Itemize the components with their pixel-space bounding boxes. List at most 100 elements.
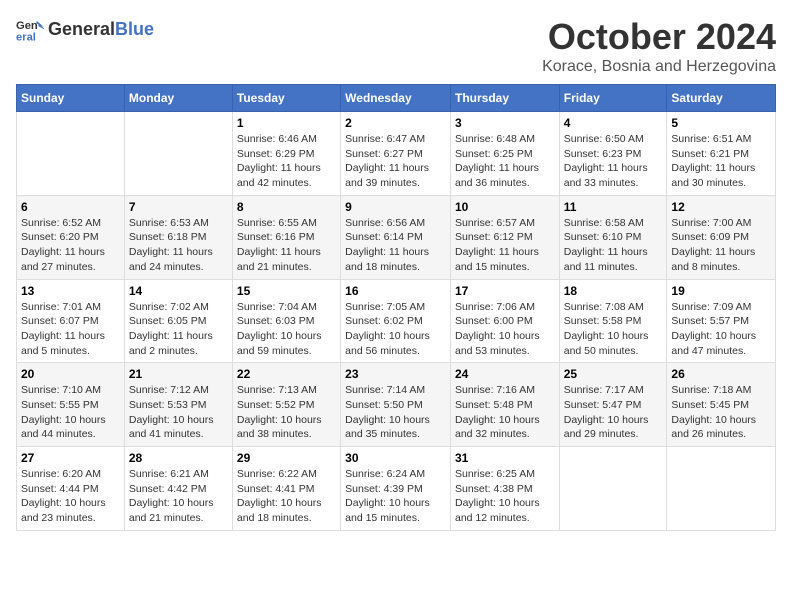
day-number: 8 xyxy=(237,200,336,214)
day-info: Sunrise: 6:25 AM Sunset: 4:38 PM Dayligh… xyxy=(455,467,555,526)
logo-icon: Gen eral xyxy=(16,16,44,44)
calendar-cell: 4 Sunrise: 6:50 AM Sunset: 6:23 PM Daylig… xyxy=(559,112,667,196)
day-number: 13 xyxy=(21,284,120,298)
calendar-cell: 28Sunrise: 6:21 AM Sunset: 4:42 PM Dayli… xyxy=(124,447,232,531)
day-number: 27 xyxy=(21,451,120,465)
calendar-cell: 11 Sunrise: 6:58 AM Sunset: 6:10 PM Dayli… xyxy=(559,195,667,279)
day-number: 2 xyxy=(345,116,446,130)
day-number: 4 xyxy=(564,116,663,130)
calendar-cell: 6 Sunrise: 6:52 AM Sunset: 6:20 PM Daylig… xyxy=(17,195,125,279)
calendar-cell: 13 Sunrise: 7:01 AM Sunset: 6:07 PM Dayli… xyxy=(17,279,125,363)
calendar-week-row: 1 Sunrise: 6:46 AM Sunset: 6:29 PM Daylig… xyxy=(17,112,776,196)
page-header: Gen eral GeneralBlue October 2024 Korace… xyxy=(16,16,776,76)
logo: Gen eral GeneralBlue xyxy=(16,16,154,44)
day-info: Sunrise: 6:46 AM Sunset: 6:29 PM Dayligh… xyxy=(237,132,336,191)
weekday-header: Monday xyxy=(124,85,232,112)
day-number: 19 xyxy=(671,284,771,298)
calendar-cell xyxy=(124,112,232,196)
day-number: 1 xyxy=(237,116,336,130)
calendar-cell: 12 Sunrise: 7:00 AM Sunset: 6:09 PM Dayli… xyxy=(667,195,776,279)
calendar-cell: 20 Sunrise: 7:10 AM Sunset: 5:55 PM Dayli… xyxy=(17,363,125,447)
day-number: 9 xyxy=(345,200,446,214)
day-number: 12 xyxy=(671,200,771,214)
day-number: 18 xyxy=(564,284,663,298)
calendar-cell: 5 Sunrise: 6:51 AM Sunset: 6:21 PM Daylig… xyxy=(667,112,776,196)
day-number: 26 xyxy=(671,367,771,381)
weekday-header: Thursday xyxy=(450,85,559,112)
day-info: Sunrise: 7:14 AM Sunset: 5:50 PM Dayligh… xyxy=(345,383,446,442)
calendar-cell: 10 Sunrise: 6:57 AM Sunset: 6:12 PM Dayli… xyxy=(450,195,559,279)
day-number: 20 xyxy=(21,367,120,381)
day-number: 11 xyxy=(564,200,663,214)
day-info: Sunrise: 7:18 AM Sunset: 5:45 PM Dayligh… xyxy=(671,383,771,442)
day-number: 10 xyxy=(455,200,555,214)
day-info: Sunrise: 6:22 AM Sunset: 4:41 PM Dayligh… xyxy=(237,467,336,526)
location-title: Korace, Bosnia and Herzegovina xyxy=(542,58,776,76)
calendar-week-row: 6 Sunrise: 6:52 AM Sunset: 6:20 PM Daylig… xyxy=(17,195,776,279)
day-number: 21 xyxy=(129,367,228,381)
day-number: 3 xyxy=(455,116,555,130)
calendar-cell: 16Sunrise: 7:05 AM Sunset: 6:02 PM Dayli… xyxy=(341,279,451,363)
day-info: Sunrise: 7:12 AM Sunset: 5:53 PM Dayligh… xyxy=(129,383,228,442)
calendar-cell: 31 Sunrise: 6:25 AM Sunset: 4:38 PM Dayli… xyxy=(450,447,559,531)
day-number: 29 xyxy=(237,451,336,465)
day-info: Sunrise: 6:58 AM Sunset: 6:10 PM Dayligh… xyxy=(564,216,663,275)
weekday-header: Friday xyxy=(559,85,667,112)
svg-text:eral: eral xyxy=(16,31,36,43)
calendar-cell: 24Sunrise: 7:16 AM Sunset: 5:48 PM Dayli… xyxy=(450,363,559,447)
calendar-cell: 27 Sunrise: 6:20 AM Sunset: 4:44 PM Dayli… xyxy=(17,447,125,531)
day-info: Sunrise: 7:13 AM Sunset: 5:52 PM Dayligh… xyxy=(237,383,336,442)
calendar-cell: 7Sunrise: 6:53 AM Sunset: 6:18 PM Daylig… xyxy=(124,195,232,279)
day-info: Sunrise: 7:04 AM Sunset: 6:03 PM Dayligh… xyxy=(237,300,336,359)
day-number: 22 xyxy=(237,367,336,381)
calendar-cell: 17 Sunrise: 7:06 AM Sunset: 6:00 PM Dayli… xyxy=(450,279,559,363)
day-number: 5 xyxy=(671,116,771,130)
day-info: Sunrise: 6:24 AM Sunset: 4:39 PM Dayligh… xyxy=(345,467,446,526)
calendar-table: SundayMondayTuesdayWednesdayThursdayFrid… xyxy=(16,84,776,531)
day-number: 28 xyxy=(129,451,228,465)
day-number: 24 xyxy=(455,367,555,381)
calendar-cell: 21 Sunrise: 7:12 AM Sunset: 5:53 PM Dayli… xyxy=(124,363,232,447)
calendar-cell: 25Sunrise: 7:17 AM Sunset: 5:47 PM Dayli… xyxy=(559,363,667,447)
day-number: 25 xyxy=(564,367,663,381)
calendar-cell xyxy=(559,447,667,531)
calendar-cell: 19Sunrise: 7:09 AM Sunset: 5:57 PM Dayli… xyxy=(667,279,776,363)
calendar-cell: 14Sunrise: 7:02 AM Sunset: 6:05 PM Dayli… xyxy=(124,279,232,363)
day-info: Sunrise: 6:20 AM Sunset: 4:44 PM Dayligh… xyxy=(21,467,120,526)
weekday-header-row: SundayMondayTuesdayWednesdayThursdayFrid… xyxy=(17,85,776,112)
calendar-cell: 23Sunrise: 7:14 AM Sunset: 5:50 PM Dayli… xyxy=(341,363,451,447)
month-title: October 2024 xyxy=(542,16,776,58)
calendar-cell: 30Sunrise: 6:24 AM Sunset: 4:39 PM Dayli… xyxy=(341,447,451,531)
calendar-cell: 26 Sunrise: 7:18 AM Sunset: 5:45 PM Dayli… xyxy=(667,363,776,447)
day-info: Sunrise: 7:08 AM Sunset: 5:58 PM Dayligh… xyxy=(564,300,663,359)
day-info: Sunrise: 6:57 AM Sunset: 6:12 PM Dayligh… xyxy=(455,216,555,275)
day-number: 31 xyxy=(455,451,555,465)
day-number: 15 xyxy=(237,284,336,298)
day-info: Sunrise: 6:50 AM Sunset: 6:23 PM Dayligh… xyxy=(564,132,663,191)
day-info: Sunrise: 6:48 AM Sunset: 6:25 PM Dayligh… xyxy=(455,132,555,191)
logo-line1: General xyxy=(48,19,115,39)
day-info: Sunrise: 6:52 AM Sunset: 6:20 PM Dayligh… xyxy=(21,216,120,275)
day-info: Sunrise: 6:55 AM Sunset: 6:16 PM Dayligh… xyxy=(237,216,336,275)
calendar-cell: 9 Sunrise: 6:56 AM Sunset: 6:14 PM Daylig… xyxy=(341,195,451,279)
day-info: Sunrise: 7:06 AM Sunset: 6:00 PM Dayligh… xyxy=(455,300,555,359)
calendar-cell: 22 Sunrise: 7:13 AM Sunset: 5:52 PM Dayli… xyxy=(232,363,340,447)
calendar-cell: 29 Sunrise: 6:22 AM Sunset: 4:41 PM Dayli… xyxy=(232,447,340,531)
day-info: Sunrise: 6:56 AM Sunset: 6:14 PM Dayligh… xyxy=(345,216,446,275)
logo-line2: Blue xyxy=(115,19,154,39)
day-info: Sunrise: 7:01 AM Sunset: 6:07 PM Dayligh… xyxy=(21,300,120,359)
calendar-cell: 3 Sunrise: 6:48 AM Sunset: 6:25 PM Daylig… xyxy=(450,112,559,196)
day-info: Sunrise: 7:10 AM Sunset: 5:55 PM Dayligh… xyxy=(21,383,120,442)
day-info: Sunrise: 7:02 AM Sunset: 6:05 PM Dayligh… xyxy=(129,300,228,359)
day-number: 17 xyxy=(455,284,555,298)
day-info: Sunrise: 6:51 AM Sunset: 6:21 PM Dayligh… xyxy=(671,132,771,191)
svg-text:Gen: Gen xyxy=(16,20,38,32)
day-number: 6 xyxy=(21,200,120,214)
calendar-week-row: 20 Sunrise: 7:10 AM Sunset: 5:55 PM Dayli… xyxy=(17,363,776,447)
calendar-cell: 15 Sunrise: 7:04 AM Sunset: 6:03 PM Dayli… xyxy=(232,279,340,363)
calendar-week-row: 13 Sunrise: 7:01 AM Sunset: 6:07 PM Dayli… xyxy=(17,279,776,363)
weekday-header: Tuesday xyxy=(232,85,340,112)
calendar-cell xyxy=(667,447,776,531)
day-info: Sunrise: 7:00 AM Sunset: 6:09 PM Dayligh… xyxy=(671,216,771,275)
day-number: 16 xyxy=(345,284,446,298)
